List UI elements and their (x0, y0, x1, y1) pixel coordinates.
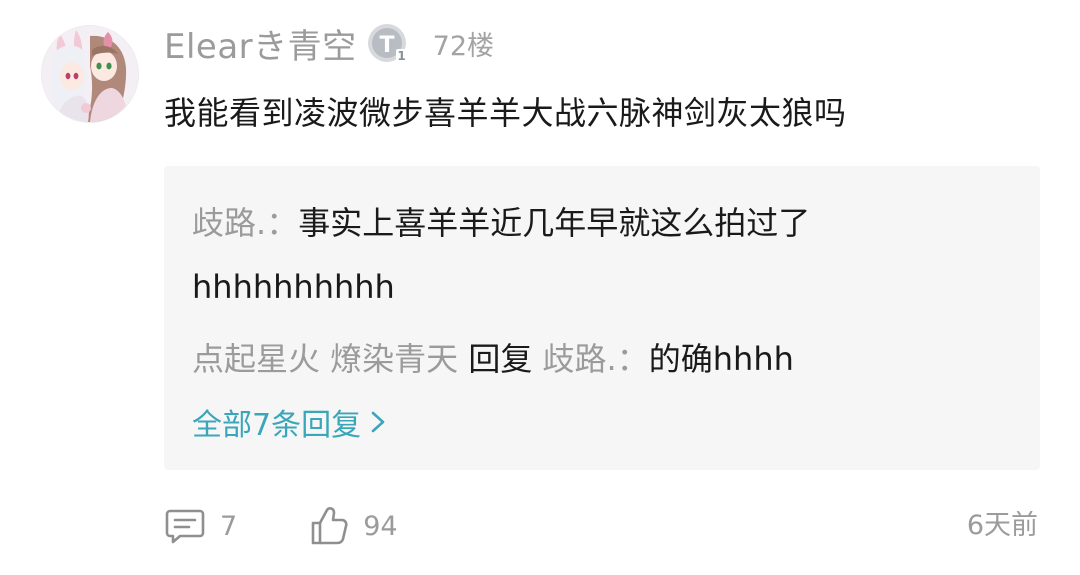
view-all-replies-label: 全部7条回复 (192, 408, 362, 443)
svg-text:1: 1 (397, 49, 405, 63)
thumbs-up-icon (311, 507, 348, 545)
level-badge-icon: T 1 (367, 24, 407, 63)
comment-item: Elearき青空 T 1 72楼 我能看到凌波微步喜羊羊大战六脉神剑灰太狼吗 歧… (0, 0, 1080, 575)
comment-time: 6天前 (966, 510, 1038, 541)
reply-separator: ： (616, 340, 649, 378)
comment-header: Elearき青空 T 1 72楼 (164, 19, 495, 68)
reply-button[interactable]: 7 (164, 506, 237, 546)
comment-actions: 7 94 (164, 504, 398, 548)
floor-number: 72楼 (432, 30, 495, 62)
comment-bubble-icon (165, 509, 205, 544)
reply-box[interactable]: 歧路.：事实上喜羊羊近几年早就这么拍过了 hhhhhhhhhh 点起星火 燎染青… (164, 166, 1040, 470)
reply-author[interactable]: 歧路. (192, 204, 266, 242)
reply-text: 的确hhhh (648, 340, 794, 378)
comment-content: 我能看到凌波微步喜羊羊大战六脉神剑灰太狼吗 (164, 94, 847, 132)
anime-avatar-icon[interactable] (42, 26, 138, 122)
chevron-right-icon (371, 411, 385, 433)
username[interactable]: Elearき青空 (164, 19, 357, 68)
avatar-image (42, 26, 138, 122)
reply-author[interactable]: 点起星火 燎染青天 (192, 340, 458, 378)
reply-target[interactable]: 歧路. (543, 340, 617, 378)
reply-separator: ： (266, 204, 299, 242)
like-count: 94 (363, 510, 398, 542)
reply-text: 事实上喜羊羊近几年早就这么拍过了 (298, 204, 811, 242)
reply-text-continuation: hhhhhhhhhh (192, 268, 395, 306)
reply-word: 回复 (458, 340, 543, 378)
reply-item[interactable]: 点起星火 燎染青天 回复 歧路.：的确hhhh (192, 334, 794, 380)
like-button[interactable]: 94 (309, 505, 398, 547)
reply-count: 7 (220, 510, 238, 542)
svg-text:T: T (379, 33, 394, 58)
view-all-replies-link[interactable]: 全部7条回复 (192, 400, 387, 444)
reply-item[interactable]: 歧路.：事实上喜羊羊近几年早就这么拍过了 (192, 198, 810, 244)
